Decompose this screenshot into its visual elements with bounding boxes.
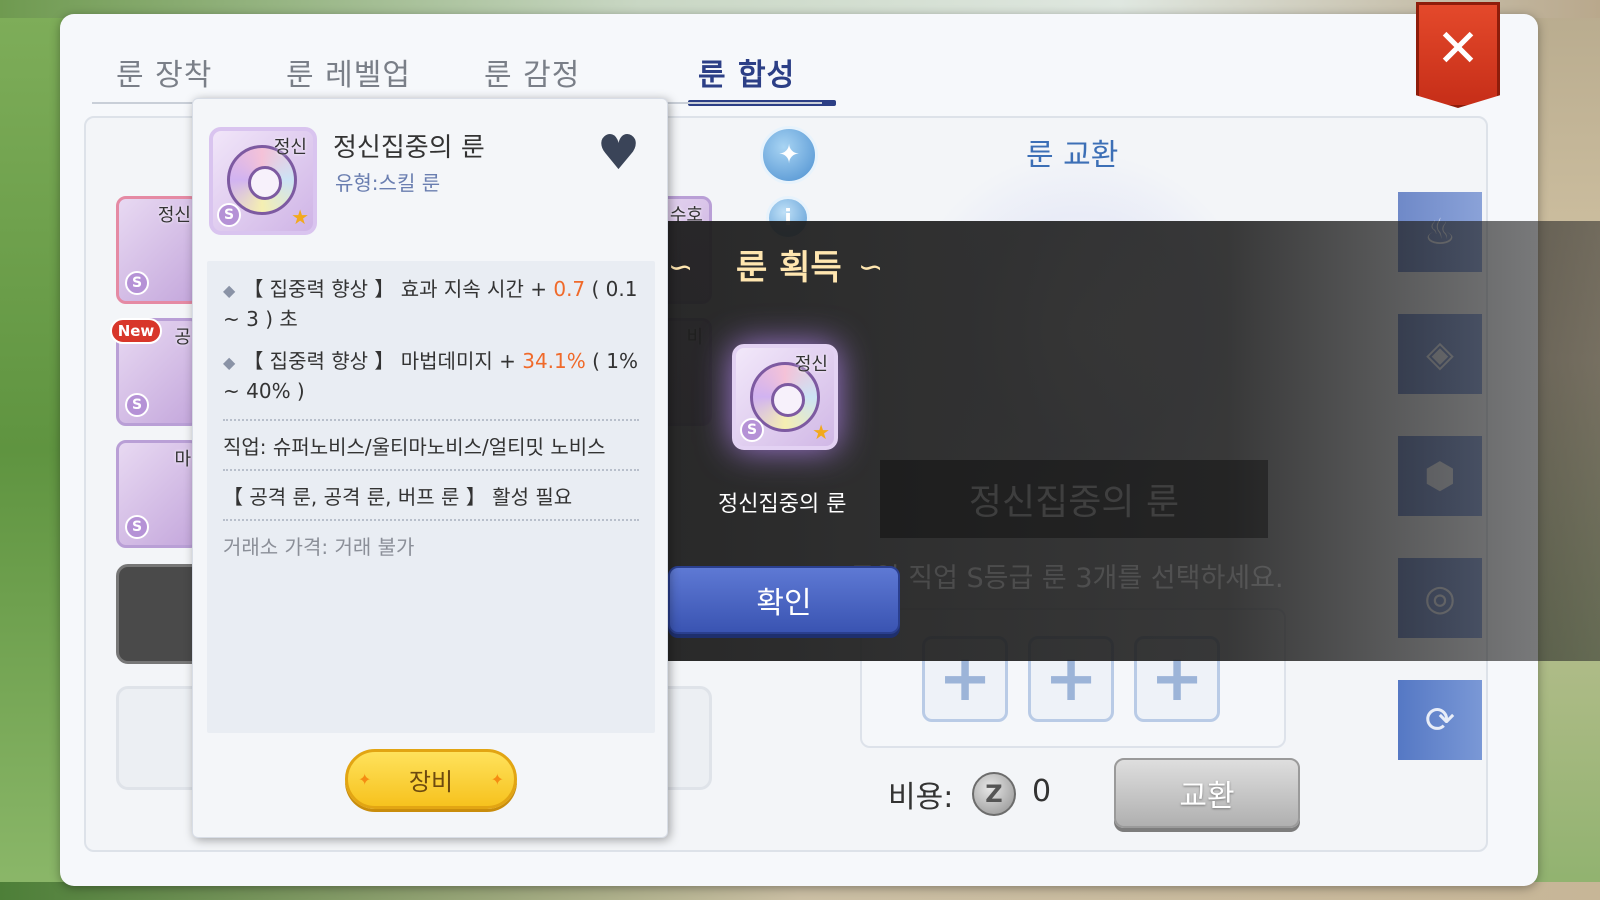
- rune-slot[interactable]: 정신 S: [116, 196, 200, 304]
- tab-rune-synthesis[interactable]: 룬 합성: [698, 50, 795, 94]
- exchange-button[interactable]: 교환: [1114, 758, 1300, 828]
- close-icon: ✕: [1436, 19, 1480, 79]
- star-icon: ★: [291, 205, 309, 229]
- cost-label: 비용:: [888, 780, 954, 815]
- divider: [223, 469, 639, 471]
- equip-label: 장비: [408, 767, 454, 796]
- bg-rune-name: 정신집중의 룬: [880, 460, 1268, 538]
- effect-line: ◆ 【 집중력 향상 】 마법데미지 + 34.1% ( 1% ~ 40% ): [223, 347, 639, 405]
- new-badge: New: [110, 318, 162, 344]
- magic-wand-icon: ✦: [778, 140, 800, 170]
- rune-mark: 정신: [157, 205, 191, 226]
- activation-requirement: 【 공격 룬, 공격 룬, 버프 룬 】 활성 필요: [223, 485, 573, 509]
- rune-slot[interactable]: 마 S: [116, 440, 200, 548]
- acquired-rune-icon: 정신 S ★: [732, 344, 838, 450]
- effect-line: ◆ 【 집중력 향상 】 효과 지속 시간 + 0.7 ( 0.1 ~ 3 ) 초: [223, 275, 639, 333]
- equip-button[interactable]: ✦ 장비 ✦: [345, 749, 517, 809]
- confirm-button[interactable]: 확인: [668, 566, 900, 634]
- selection-instruction: 동일 직업 S등급 룬 3개를 선택하세요.: [850, 563, 1284, 594]
- diamond-bullet-icon: ◆: [223, 353, 236, 372]
- rune-mark: 정신: [273, 137, 307, 158]
- magic-wand-button[interactable]: ✦: [760, 126, 818, 184]
- effect-value: 0.7: [553, 277, 586, 301]
- sparkle-icon: ✦: [490, 770, 504, 789]
- cost-value: 0: [1032, 774, 1052, 809]
- trade-price: 거래소 가격: 거래 불가: [223, 535, 415, 559]
- tab-rune-levelup[interactable]: 룬 레벨업: [286, 50, 411, 94]
- effect-value: 34.1%: [522, 349, 586, 373]
- side-tab-exchange[interactable]: ⟳: [1398, 680, 1482, 760]
- left-ornament-icon: ∽: [668, 250, 694, 285]
- rune-type: 유형:스킬 룬: [335, 171, 441, 195]
- rune-name: 정신집중의 룬: [333, 133, 485, 163]
- acquired-rune-name: 정신집중의 룬: [718, 492, 847, 517]
- rune-tooltip: 정신 S ★ 정신집중의 룬 유형:스킬 룬 ♥ ◆ 【 집중력 향상 】 효과 …: [192, 98, 668, 838]
- close-button[interactable]: ✕: [1416, 2, 1500, 108]
- zeny-coin-icon: Z: [972, 772, 1016, 816]
- divider: [223, 519, 639, 521]
- rune-mark: 마: [174, 449, 191, 470]
- tooltip-rune-icon: 정신 S ★: [209, 127, 317, 235]
- divider: [223, 419, 639, 421]
- grade-s-badge: S: [740, 418, 764, 442]
- grade-s-badge: S: [125, 515, 149, 539]
- star-icon: ★: [812, 420, 830, 444]
- grade-s-badge: S: [125, 271, 149, 295]
- sparkle-icon: ✦: [358, 770, 372, 789]
- grade-s-badge: S: [217, 203, 241, 227]
- rune-exchange-title: 룬 교환: [1026, 138, 1119, 173]
- right-ornament-icon: ∽: [858, 250, 884, 285]
- rune-mark: 공: [174, 327, 191, 348]
- effect-text: 【 집중력 향상 】 효과 지속 시간 +: [243, 277, 554, 301]
- rune-details: ◆ 【 집중력 향상 】 효과 지속 시간 + 0.7 ( 0.1 ~ 3 ) 초…: [207, 261, 655, 733]
- effect-text: 【 집중력 향상 】 마법데미지 +: [243, 349, 523, 373]
- tab-bar: 룬 장착 룬 레벨업 룬 감정 룬 합성: [90, 32, 870, 106]
- tab-rune-equip[interactable]: 룬 장착: [116, 50, 212, 94]
- heart-icon[interactable]: ♥: [597, 125, 640, 181]
- tab-rune-appraise[interactable]: 룬 감정: [484, 50, 580, 94]
- grade-s-badge: S: [125, 393, 149, 417]
- rune-acquired-title: 룬 획득: [736, 248, 842, 288]
- job-restriction: 직업: 슈퍼노비스/울티마노비스/얼티밋 노비스: [223, 435, 606, 459]
- diamond-bullet-icon: ◆: [223, 281, 236, 300]
- exchange-rune-icon: ⟳: [1424, 699, 1456, 741]
- rune-mark: 정신: [794, 354, 828, 375]
